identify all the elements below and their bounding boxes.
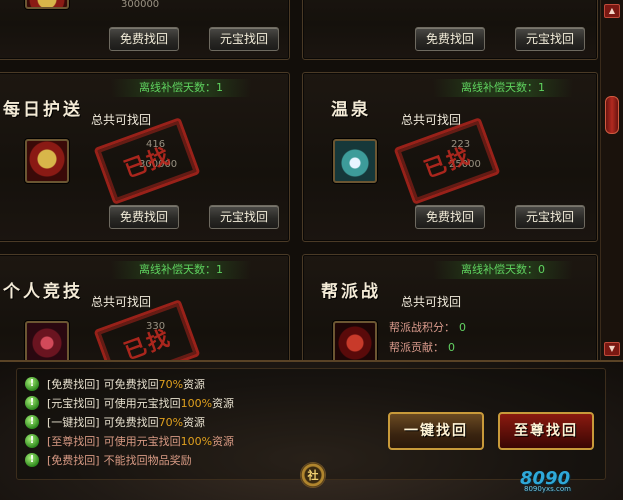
rule-percent: 70% xyxy=(158,416,184,429)
rule-percent: 100% xyxy=(180,397,213,410)
rule-label: [一键找回] xyxy=(47,416,100,429)
rule-label: [免费找回] xyxy=(47,378,100,391)
recovery-list[interactable]: 300000 免费找回 元宝找回 免费找回 元宝找回 离线补偿天数：1 每日护送… xyxy=(0,0,600,360)
offline-days: 离线补偿天数：0 xyxy=(433,261,573,279)
guild-war-icon xyxy=(333,321,377,360)
reward-value: 300000 xyxy=(121,0,160,10)
free-recover-button[interactable]: 免费找回 xyxy=(109,205,179,229)
rule-text: 可使用元宝找回100%资源 xyxy=(104,433,234,449)
rule-post: 资源 xyxy=(183,416,206,429)
total-recoverable-label: 总共可找回 xyxy=(401,295,462,309)
card-hot-spring: 离线补偿天数：1 温泉 总共可找回 223 25000 已找 免费找回 元宝找回 xyxy=(302,72,598,242)
rule-text: 不能找回物品奖励 xyxy=(104,452,192,468)
info-icon: ! xyxy=(25,377,39,391)
card-title: 帮派战 xyxy=(321,282,381,302)
scroll-up-arrow[interactable]: ▲ xyxy=(604,4,620,18)
offline-days: 离线补偿天数：1 xyxy=(111,79,251,97)
rule-post: 资源 xyxy=(183,378,206,391)
total-recoverable-label: 总共可找回 xyxy=(401,113,462,127)
card-top-right: 免费找回 元宝找回 xyxy=(302,0,598,60)
rule-label: [至尊找回] xyxy=(47,435,100,448)
escort-icon xyxy=(25,139,69,183)
rule-post: 资源 xyxy=(212,397,235,410)
offline-days: 离线补偿天数：1 xyxy=(433,79,573,97)
total-recoverable-label: 总共可找回 xyxy=(91,295,152,309)
free-recover-button[interactable]: 免费找回 xyxy=(109,27,179,51)
scroll-down-arrow[interactable]: ▼ xyxy=(604,342,620,356)
free-recover-button[interactable]: 免费找回 xyxy=(415,205,485,229)
hot-spring-icon xyxy=(333,139,377,183)
guild-emblem-icon[interactable]: 社 xyxy=(300,462,326,488)
rule-pre: 可免费找回 xyxy=(103,378,159,391)
arena-icon xyxy=(25,321,69,360)
rule-row: ! [免费找回] 可免费找回70%资源 xyxy=(25,375,205,393)
rule-percent: 100% xyxy=(180,435,213,448)
gold-recover-button[interactable]: 元宝找回 xyxy=(515,27,585,51)
rule-text: 可免费找回70%资源 xyxy=(104,414,205,430)
card-top-left: 300000 免费找回 元宝找回 xyxy=(0,0,290,60)
rule-label: [免费找回] xyxy=(47,454,100,467)
logo-url: 8090yxs.com xyxy=(524,485,571,493)
scrollbar[interactable]: ▲ ▼ xyxy=(600,0,623,360)
info-icon: ! xyxy=(25,415,39,429)
gold-recover-button[interactable]: 元宝找回 xyxy=(209,27,279,51)
free-recover-button[interactable]: 免费找回 xyxy=(415,27,485,51)
rule-post: 资源 xyxy=(212,435,235,448)
rule-row: ! [免费找回] 不能找回物品奖励 xyxy=(25,451,192,469)
card-guild-war: 离线补偿天数：0 帮派战 总共可找回 帮派战积分： 0 帮派贡献： 0 xyxy=(302,254,598,360)
rule-label: [元宝找回] xyxy=(47,397,100,410)
guild-contribution: 帮派贡献： 0 xyxy=(389,339,455,355)
activity-icon xyxy=(25,0,69,9)
offline-days: 离线补偿天数：1 xyxy=(111,261,251,279)
stat-label: 帮派战积分： xyxy=(389,321,455,334)
rule-row: ! [至尊找回] 可使用元宝找回100%资源 xyxy=(25,432,234,450)
card-personal-arena: 离线补偿天数：1 个人竞技 总共可找回 330 已找 xyxy=(0,254,290,360)
rule-pre: 可免费找回 xyxy=(103,416,159,429)
rule-pre: 可使用元宝找回 xyxy=(103,435,181,448)
rule-text: 可免费找回70%资源 xyxy=(104,376,205,392)
card-title: 每日护送 xyxy=(3,100,83,120)
rule-pre: 不能找回物品奖励 xyxy=(103,454,192,467)
info-icon: ! xyxy=(25,396,39,410)
one-click-recover-button[interactable]: 一键找回 xyxy=(388,412,484,450)
gold-recover-button[interactable]: 元宝找回 xyxy=(209,205,279,229)
guild-war-points: 帮派战积分： 0 xyxy=(389,319,466,335)
site-logo: 8090 8090yxs.com xyxy=(520,468,571,493)
rule-text: 可使用元宝找回100%资源 xyxy=(104,395,234,411)
rule-pre: 可使用元宝找回 xyxy=(103,397,181,410)
info-icon: ! xyxy=(25,434,39,448)
scroll-thumb[interactable] xyxy=(605,96,619,134)
stat-value: 0 xyxy=(459,321,466,334)
recovered-stamp: 已找 xyxy=(393,117,501,205)
gold-recover-button[interactable]: 元宝找回 xyxy=(515,205,585,229)
stat-label: 帮派贡献： xyxy=(389,341,444,354)
rule-percent: 70% xyxy=(158,378,184,391)
recovered-stamp: 已找 xyxy=(93,117,201,205)
card-daily-escort: 离线补偿天数：1 每日护送 总共可找回 416 300000 已找 免费找回 元… xyxy=(0,72,290,242)
info-panel: ! [免费找回] 可免费找回70%资源! [元宝找回] 可使用元宝找回100%资源! [一… xyxy=(0,360,623,500)
card-title: 个人竞技 xyxy=(3,282,83,302)
rule-row: ! [元宝找回] 可使用元宝找回100%资源 xyxy=(25,394,234,412)
total-recoverable-label: 总共可找回 xyxy=(91,113,152,127)
stat-value: 0 xyxy=(448,341,455,354)
card-title: 温泉 xyxy=(331,100,371,120)
supreme-recover-button[interactable]: 至尊找回 xyxy=(498,412,594,450)
rule-row: ! [一键找回] 可免费找回70%资源 xyxy=(25,413,205,431)
info-icon: ! xyxy=(25,453,39,467)
